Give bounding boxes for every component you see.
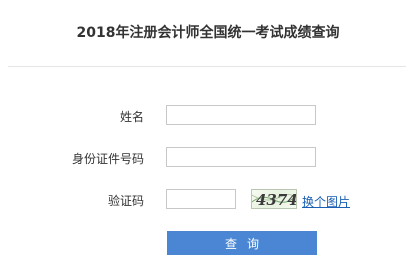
- id-number-input[interactable]: [166, 147, 316, 167]
- captcha-graphic: 4374: [252, 191, 296, 208]
- id-number-label: 身份证件号码: [71, 152, 144, 166]
- page-title: 2018年注册会计师全国统一考试成绩查询: [76, 25, 340, 41]
- name-label: 姓名: [119, 110, 144, 124]
- captcha-image[interactable]: 4374: [251, 189, 297, 209]
- title-divider: [8, 66, 406, 67]
- change-captcha-link[interactable]: 换个图片: [302, 193, 350, 210]
- name-input[interactable]: [166, 105, 316, 125]
- captcha-text: 4374: [256, 191, 296, 208]
- captcha-input[interactable]: [166, 189, 236, 209]
- query-button[interactable]: 查询: [167, 231, 317, 255]
- captcha-label: 验证码: [107, 194, 144, 208]
